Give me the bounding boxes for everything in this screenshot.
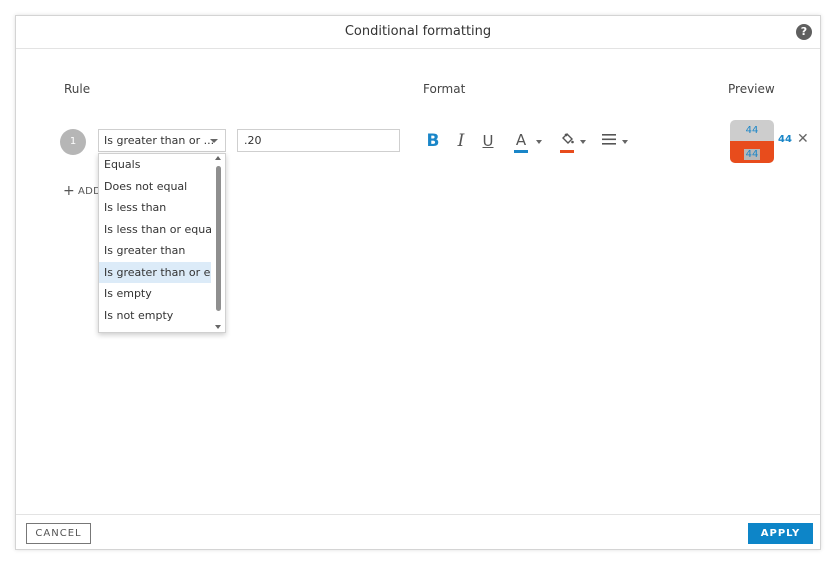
- dropdown-option[interactable]: Is less than or equal: [99, 219, 211, 241]
- dropdown-option[interactable]: Is empty: [99, 283, 211, 305]
- scroll-thumb[interactable]: [216, 166, 221, 311]
- dialog-footer: CANCEL APPLY: [16, 514, 820, 549]
- italic-button[interactable]: I: [456, 131, 466, 151]
- conditional-formatting-dialog: Conditional formatting ? Rule Format Pre…: [15, 15, 821, 550]
- dialog-header: Conditional formatting ?: [16, 16, 820, 49]
- remove-rule-close-icon[interactable]: ✕: [797, 132, 809, 146]
- scroll-up-icon[interactable]: [215, 156, 221, 160]
- font-color-button[interactable]: A: [514, 131, 528, 153]
- format-column-label: Format: [423, 82, 466, 96]
- font-color-dropdown-icon[interactable]: [536, 140, 542, 144]
- paint-bucket-icon: [562, 133, 574, 144]
- preview-column-label: Preview: [728, 82, 775, 96]
- preview-plain-value: 44: [778, 134, 792, 145]
- fill-color-dropdown-icon[interactable]: [580, 140, 586, 144]
- dropdown-scrollbar[interactable]: [215, 154, 223, 332]
- help-icon[interactable]: ?: [796, 24, 812, 40]
- dropdown-option[interactable]: Is not empty: [99, 305, 211, 327]
- cancel-button[interactable]: CANCEL: [26, 523, 91, 544]
- condition-select[interactable]: Is greater than or ...: [98, 129, 226, 152]
- align-dropdown-icon[interactable]: [622, 140, 628, 144]
- bold-button[interactable]: B: [426, 131, 440, 151]
- dropdown-option[interactable]: Is greater than: [99, 240, 211, 262]
- rule-number-badge: 1: [60, 129, 86, 155]
- underline-button[interactable]: U: [481, 131, 495, 151]
- preview-bottom-value: 44: [743, 149, 761, 160]
- dropdown-option[interactable]: Is less than: [99, 197, 211, 219]
- dropdown-option[interactable]: Equals: [99, 154, 211, 176]
- font-color-label: A: [515, 131, 527, 149]
- add-rule-button[interactable]: + ADD: [63, 183, 101, 199]
- preview-bottom-cell: 44: [730, 141, 774, 163]
- rule-column-label: Rule: [64, 82, 91, 96]
- fill-color-button[interactable]: [560, 131, 574, 153]
- dropdown-option[interactable]: Custom condition: [99, 326, 211, 332]
- dropdown-option[interactable]: Does not equal: [99, 176, 211, 198]
- dialog-title: Conditional formatting: [344, 24, 492, 39]
- chevron-down-icon: [210, 139, 218, 143]
- dropdown-option[interactable]: Is greater than or e...: [99, 261, 211, 283]
- font-color-swatch: [514, 150, 528, 153]
- preview-swatch: 44 44: [730, 120, 774, 163]
- apply-button[interactable]: APPLY: [748, 523, 813, 544]
- dropdown-items: Equals Does not equal Is less than Is less …: [99, 154, 225, 332]
- plus-icon: +: [63, 183, 76, 199]
- fill-color-swatch: [560, 150, 574, 153]
- condition-dropdown-list: Equals Does not equal Is less than Is less …: [98, 153, 226, 333]
- condition-value-input[interactable]: .20: [237, 129, 400, 152]
- align-button[interactable]: [602, 131, 616, 151]
- align-lines-icon: [602, 134, 616, 145]
- condition-select-value: Is greater than or ...: [104, 134, 215, 147]
- preview-top-value: 44: [745, 125, 759, 136]
- scroll-down-icon[interactable]: [215, 325, 221, 329]
